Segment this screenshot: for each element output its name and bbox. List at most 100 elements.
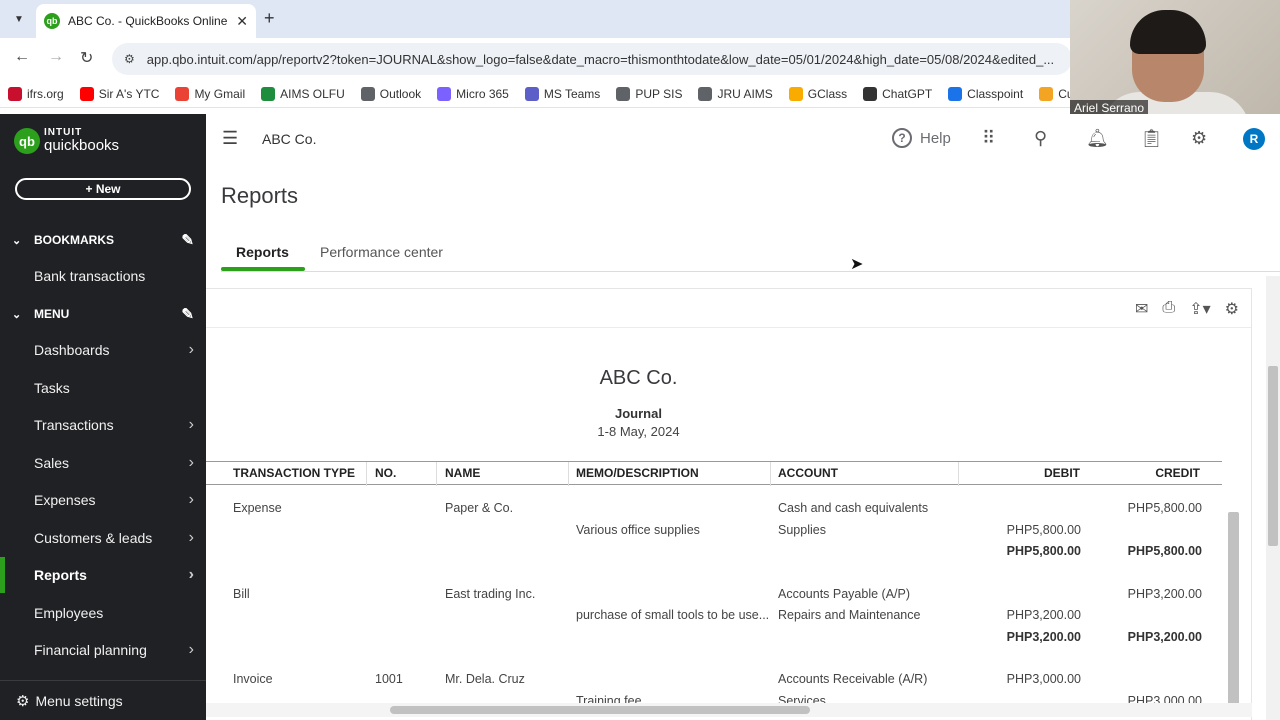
sidebar-item-employees[interactable]: Employees — [0, 595, 206, 631]
sidebar-item-reports[interactable]: Reports › — [0, 557, 206, 593]
column-header-name[interactable]: NAME — [445, 466, 480, 480]
bookmark-item[interactable]: AIMS OLFU — [261, 86, 345, 101]
journal-cell-account[interactable]: Supplies — [778, 523, 826, 537]
back-arrow-icon[interactable]: ← — [14, 48, 30, 66]
journal-cell-account[interactable]: Cash and cash equivalents — [778, 501, 928, 515]
settings-gear-icon[interactable]: ⚙ — [1191, 128, 1207, 149]
journal-cell-name[interactable]: Paper & Co. — [445, 501, 513, 515]
menu-section-header[interactable]: ⌄ MENU ✎ — [0, 296, 206, 332]
journal-cell-type[interactable]: Bill — [233, 587, 250, 601]
bookmark-label: GClass — [807, 86, 848, 101]
bookmark-label: Classpoint — [967, 86, 1024, 101]
journal-cell-memo: Various office supplies — [576, 522, 700, 537]
tab-performance-center[interactable]: Performance center — [320, 244, 443, 260]
forward-arrow-icon[interactable]: → — [48, 48, 64, 66]
journal-cell-no: 1001 — [375, 672, 403, 686]
column-header-account[interactable]: ACCOUNT — [778, 466, 838, 480]
sidebar-item-label: Tasks — [34, 379, 70, 396]
bookmark-item[interactable]: My Gmail — [175, 86, 246, 101]
column-header-no[interactable]: NO. — [375, 466, 396, 480]
report-date-range: 1-8 May, 2024 — [597, 424, 680, 439]
bookmark-item[interactable]: Outlook — [360, 86, 421, 101]
report-vertical-scrollbar[interactable] — [1227, 498, 1240, 720]
journal-cell-account[interactable]: Accounts Receivable (A/R) — [778, 672, 927, 686]
chevron-right-icon: › — [188, 453, 194, 471]
sidebar-item-transactions[interactable]: Transactions › — [0, 407, 206, 443]
journal-cell-name[interactable]: Mr. Dela. Cruz — [445, 672, 525, 686]
scrollbar-thumb[interactable] — [1228, 512, 1239, 712]
journal-cell-account[interactable]: Repairs and Maintenance — [778, 608, 920, 622]
new-tab-icon[interactable]: + — [264, 8, 275, 29]
report-settings-gear-icon[interactable]: ⚙ — [1225, 299, 1239, 319]
avatar[interactable]: R — [1243, 128, 1265, 150]
bookmark-label: Sir A's YTC — [98, 86, 160, 101]
url-text: app.qbo.intuit.com/app/reportv2?token=JO… — [146, 51, 1055, 67]
edit-menu-pencil-icon[interactable]: ✎ — [181, 305, 194, 323]
bookmarks-section-header[interactable]: ⌄ BOOKMARKS ✎ — [0, 222, 206, 258]
search-icon[interactable]: ⚲ — [1034, 128, 1047, 149]
bookmark-item[interactable]: ChatGPT — [863, 86, 932, 101]
journal-cell-type[interactable]: Invoice — [233, 672, 273, 686]
edit-bookmarks-pencil-icon[interactable]: ✎ — [181, 231, 194, 249]
column-header-credit[interactable]: CREDIT — [1155, 466, 1200, 480]
chevron-right-icon: › — [188, 341, 194, 358]
sidebar-item-sales[interactable]: Sales › — [0, 445, 206, 481]
bookmark-item[interactable]: MS Teams — [524, 86, 601, 101]
quickbooks-favicon-icon: qb — [44, 13, 60, 29]
page-title: Reports — [221, 183, 299, 208]
sidebar-item-label: Financial planning — [34, 642, 147, 658]
collapse-menu-icon[interactable]: ☰ — [222, 128, 238, 149]
url-bar[interactable]: ⚙ app.qbo.intuit.com/app/reportv2?token=… — [112, 43, 1072, 75]
scrollbar-thumb[interactable] — [390, 706, 810, 714]
bookmark-item[interactable]: PUP SIS — [616, 86, 682, 101]
notifications-bell-icon[interactable]: 🔔︎ — [1086, 128, 1109, 149]
tab-reports[interactable]: Reports — [236, 244, 289, 260]
sidebar-item-bank-transactions[interactable]: Bank transactions — [0, 258, 206, 294]
close-tab-icon[interactable]: ✕ — [236, 13, 248, 30]
export-icon[interactable]: ⇪▾ — [1189, 299, 1210, 319]
bookmark-item[interactable]: JRU AIMS — [698, 86, 773, 101]
bookmark-favicon-icon — [1039, 86, 1054, 101]
email-icon[interactable]: ✉ — [1135, 299, 1148, 319]
journal-cell-credit: PHP5,800.00 — [1127, 544, 1202, 558]
reload-icon[interactable]: ↻ — [80, 48, 93, 68]
bookmark-label: My Gmail — [194, 86, 246, 101]
site-settings-icon[interactable]: ⚙ — [124, 52, 135, 66]
sidebar-item-expenses[interactable]: Expenses › — [0, 482, 206, 518]
column-header-debit[interactable]: DEBIT — [1044, 466, 1080, 480]
journal-cell-account[interactable]: Accounts Payable (A/P) — [778, 587, 910, 601]
scrollbar-thumb[interactable] — [1268, 366, 1278, 546]
bookmark-item[interactable]: GClass — [788, 86, 848, 101]
print-icon[interactable]: ⎙ — [1162, 299, 1175, 319]
column-divider — [568, 462, 569, 486]
bookmark-item[interactable]: ifrs.org — [8, 86, 64, 101]
journal-cell-debit: PHP3,200.00 — [1006, 629, 1081, 644]
apps-grid-icon[interactable]: ⠿ — [982, 128, 995, 149]
bookmark-item[interactable]: Micro 365 — [437, 86, 509, 101]
bookmark-item[interactable]: Sir A's YTC — [79, 86, 160, 101]
column-header-transaction-type[interactable]: TRANSACTION TYPE — [233, 466, 355, 480]
sidebar-item-customers-leads[interactable]: Customers & leads › — [0, 520, 206, 556]
new-button[interactable]: + New — [15, 178, 191, 200]
toolbar-divider — [206, 327, 1251, 328]
bookmark-label: MS Teams — [543, 86, 601, 101]
column-header-memo[interactable]: MEMO/DESCRIPTION — [576, 466, 699, 480]
sidebar-item-tasks[interactable]: Tasks — [0, 370, 206, 406]
tab-search-dropdown-icon[interactable]: ▼ — [8, 8, 30, 30]
menu-settings-button[interactable]: ⚙ Menu settings — [0, 680, 206, 720]
sidebar-item-dashboards[interactable]: Dashboards › — [0, 332, 206, 368]
bookmark-item[interactable]: Classpoint — [948, 86, 1024, 101]
report-toolbar: ✉ ⎙ ⇪▾ ⚙ — [1135, 299, 1239, 319]
help-button[interactable]: ? Help — [892, 128, 951, 148]
sidebar-item-label: Bank transactions — [34, 268, 146, 284]
sidebar-item-financial-planning[interactable]: Financial planning › — [0, 632, 206, 668]
browser-tab-active[interactable]: qb ABC Co. - QuickBooks Online ✕ — [36, 4, 256, 38]
tasks-clipboard-icon[interactable]: 📋︎ — [1140, 128, 1163, 149]
quickbooks-logo[interactable]: qb INTUIT quickbooks — [14, 128, 119, 154]
report-horizontal-scrollbar[interactable] — [206, 703, 1252, 717]
journal-cell-type[interactable]: Expense — [233, 501, 282, 515]
page-vertical-scrollbar[interactable] — [1266, 276, 1280, 720]
journal-cell-name[interactable]: East trading Inc. — [445, 587, 535, 601]
bookmark-favicon-icon — [261, 86, 276, 101]
gear-icon: ⚙ — [16, 692, 30, 710]
